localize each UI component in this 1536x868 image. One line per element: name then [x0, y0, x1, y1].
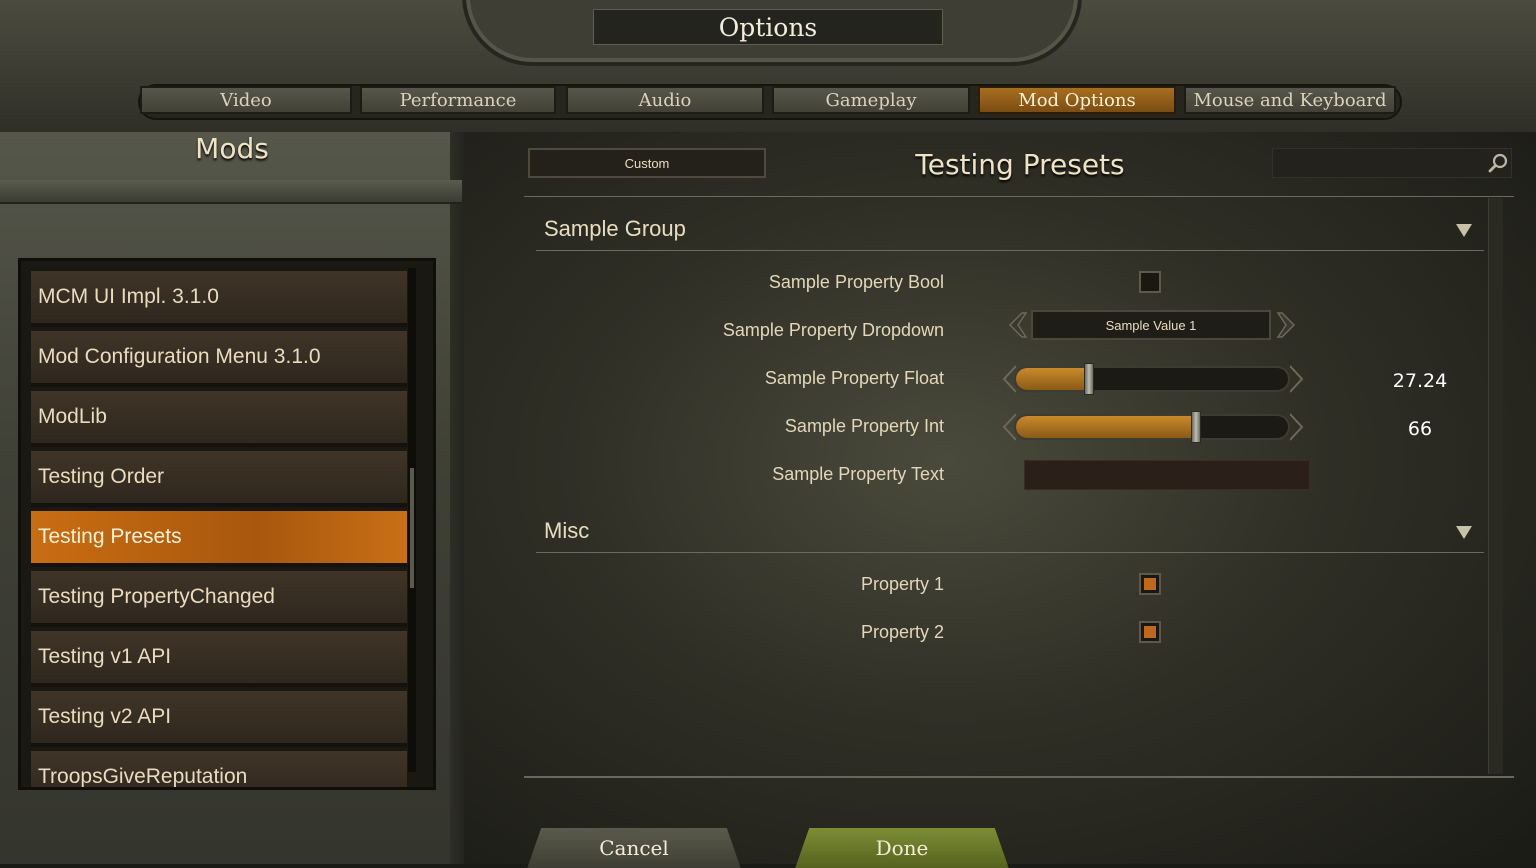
mod-list-scroll-thumb[interactable]: [410, 468, 414, 588]
property-label-bool: Sample Property Bool: [768, 272, 944, 292]
group-header-misc[interactable]: Misc: [536, 512, 1484, 552]
tab-mouse-and-keyboard[interactable]: Mouse and Keyboard: [1184, 86, 1396, 114]
collapse-caret-icon[interactable]: [1456, 526, 1472, 539]
text-property-input[interactable]: [1024, 460, 1310, 490]
footer-divider: [524, 776, 1514, 778]
done-button[interactable]: Done: [795, 828, 1009, 868]
tab-performance[interactable]: Performance: [360, 86, 556, 114]
property-label-2: Property 2: [860, 622, 944, 642]
tab-mod-options[interactable]: Mod Options: [978, 86, 1176, 114]
int-value: 66: [1407, 418, 1433, 440]
group-divider: [536, 552, 1484, 553]
float-slider-fill: [1016, 368, 1090, 390]
float-slider-handle[interactable]: [1083, 363, 1094, 395]
sample-dropdown[interactable]: Sample Value 1: [1031, 310, 1271, 340]
mod-item-modlib[interactable]: ModLib: [31, 391, 407, 447]
mod-item-testing-propertychanged[interactable]: Testing PropertyChanged: [31, 571, 407, 627]
mod-item-testing-v1-api[interactable]: Testing v1 API: [31, 631, 407, 687]
float-value: 27.24: [1392, 370, 1448, 392]
property-label-int: Sample Property Int: [784, 416, 944, 436]
property-label-dropdown: Sample Property Dropdown: [722, 320, 944, 340]
tab-video[interactable]: Video: [140, 86, 352, 114]
mod-item-testing-order[interactable]: Testing Order: [31, 451, 407, 507]
group-title: Misc: [544, 518, 590, 543]
search-icon[interactable]: [1488, 153, 1508, 173]
search-input[interactable]: [1272, 148, 1512, 178]
tab-gameplay[interactable]: Gameplay: [772, 86, 970, 114]
mod-item-mod-configuration-menu[interactable]: Mod Configuration Menu 3.1.0: [31, 331, 407, 387]
mod-item-mcm-ui-impl[interactable]: MCM UI Impl. 3.1.0: [31, 271, 407, 327]
collapse-caret-icon[interactable]: [1456, 224, 1472, 237]
property-label-float: Sample Property Float: [764, 368, 944, 388]
int-slider-fill: [1016, 416, 1196, 438]
mod-item-testing-presets[interactable]: Testing Presets: [31, 511, 407, 567]
dropdown-prev-arrow-icon[interactable]: [1004, 310, 1028, 340]
checkbox-checked-mark: [1144, 626, 1156, 638]
slider-right-cap-icon: [1289, 412, 1304, 442]
checkbox-checked-mark: [1144, 578, 1156, 590]
property-1-checkbox[interactable]: [1139, 573, 1161, 595]
group-title: Sample Group: [544, 216, 686, 241]
int-slider[interactable]: [1014, 414, 1290, 440]
float-slider[interactable]: [1014, 366, 1290, 392]
mods-title: Mods: [195, 131, 269, 165]
int-slider-handle[interactable]: [1191, 411, 1202, 443]
mod-list[interactable]: MCM UI Impl. 3.1.0 Mod Configuration Men…: [18, 258, 436, 790]
property-2-checkbox[interactable]: [1139, 621, 1161, 643]
mod-item-testing-v2-api[interactable]: Testing v2 API: [31, 691, 407, 747]
dropdown-next-arrow-icon[interactable]: [1276, 310, 1300, 340]
property-label-text: Sample Property Text: [772, 464, 944, 484]
preset-selector[interactable]: Custom: [528, 148, 766, 178]
tab-audio[interactable]: Audio: [566, 86, 764, 114]
property-label-1: Property 1: [860, 574, 944, 594]
bool-checkbox[interactable]: [1139, 271, 1161, 293]
page-title: Testing Presets: [915, 147, 1125, 181]
slider-right-cap-icon: [1289, 364, 1304, 394]
group-header-sample-group[interactable]: Sample Group: [536, 210, 1484, 250]
cancel-button[interactable]: Cancel: [527, 828, 741, 868]
mods-ledge: [0, 180, 462, 204]
header-divider: [524, 196, 1514, 197]
mod-item-troopsgivereputation[interactable]: TroopsGiveReputation: [31, 751, 407, 787]
group-divider: [536, 250, 1484, 251]
settings-scrollbar[interactable]: [1488, 198, 1503, 774]
window-title: Options: [593, 9, 943, 45]
